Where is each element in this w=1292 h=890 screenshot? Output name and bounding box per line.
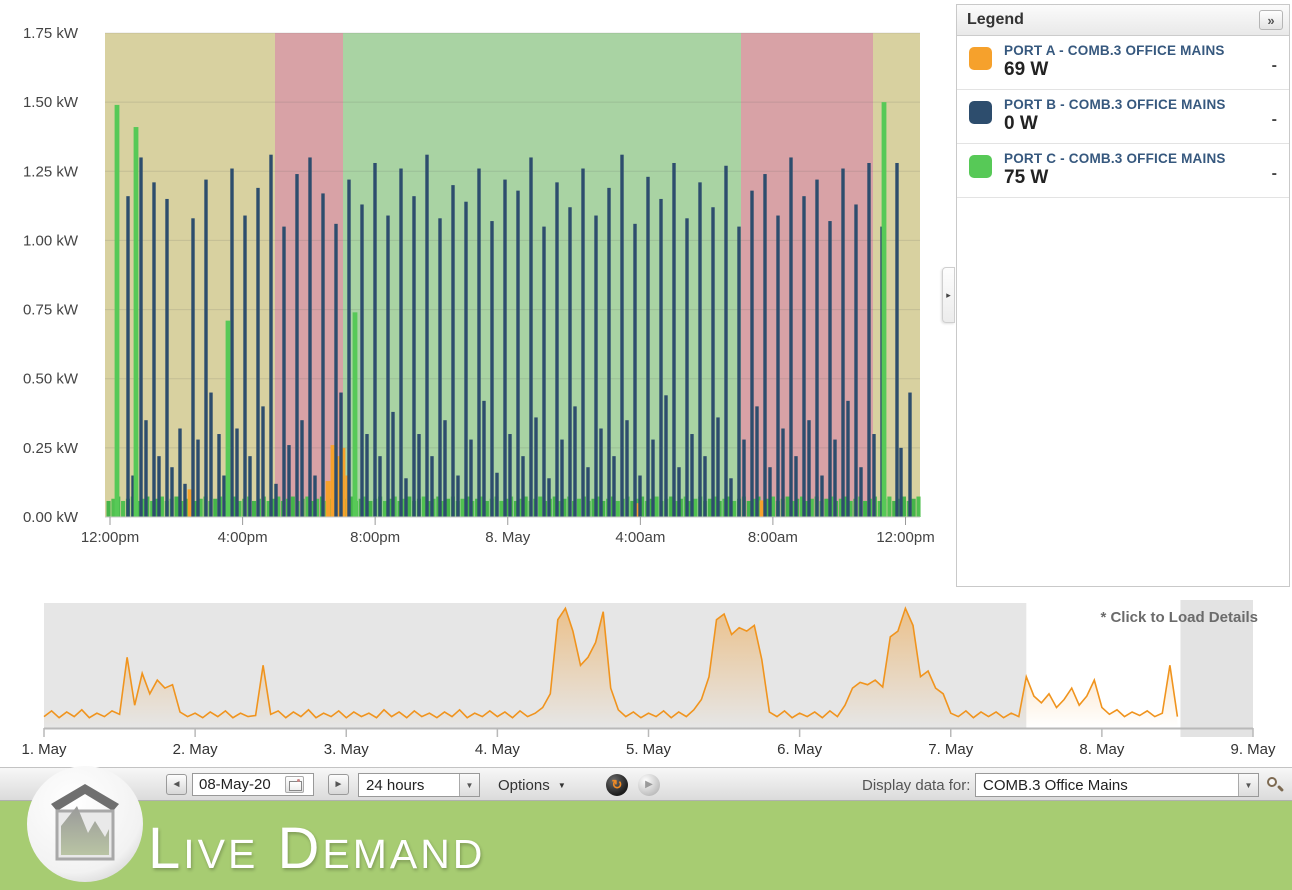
svg-text:0.50 kW: 0.50 kW [23,371,79,388]
series-dash: - [1272,111,1277,129]
svg-text:1.75 kW: 1.75 kW [23,25,79,42]
range-select-value: 24 hours [359,777,459,794]
next-day-button[interactable]: ► [328,774,349,795]
series-dash: - [1272,57,1277,75]
svg-text:8. May: 8. May [1079,741,1125,758]
svg-text:1.25 kW: 1.25 kW [23,163,79,180]
search-button[interactable] [1266,776,1284,794]
svg-text:9. May: 9. May [1230,741,1276,758]
play-button[interactable]: ▶ [638,774,660,796]
play-icon: ▶ [645,779,653,790]
series-dash: - [1272,165,1277,183]
app-title: Live Demand [148,815,485,882]
refresh-icon: ↻ [612,777,623,792]
svg-text:8. May: 8. May [485,529,531,546]
legend-collapse-button[interactable]: » [1259,10,1283,30]
display-data-for-label: Display data for: [862,777,970,794]
legend-item[interactable]: PORT C - COMB.3 OFFICE MAINS75 W- [957,144,1289,198]
svg-text:3. May: 3. May [324,741,370,758]
svg-text:12:00pm: 12:00pm [876,529,934,546]
options-menu-button[interactable]: Options ▼ [498,777,566,794]
svg-text:5. May: 5. May [626,741,672,758]
svg-text:6. May: 6. May [777,741,823,758]
date-field-wrap [192,773,314,796]
demand-bar-chart: 0.00 kW 0.25 kW 0.50 kW 0.75 kW 1.00 kW 1.25 … [0,0,955,560]
arrow-right-icon: ► [334,779,344,790]
series-swatch [969,101,992,124]
legend-rows: PORT A - COMB.3 OFFICE MAINS69 W-PORT B … [957,36,1289,198]
click-to-load-note: * Click to Load Details [1100,609,1258,626]
svg-text:0.00 kW: 0.00 kW [23,509,79,526]
svg-text:7. May: 7. May [928,741,974,758]
splitter-arrow-icon: ▸ [946,290,951,301]
caret-down-icon: ▼ [558,781,566,790]
range-select[interactable]: 24 hours ▼ [358,773,480,797]
svg-text:0.75 kW: 0.75 kW [23,302,79,319]
series-value: 75 W [1004,167,1272,189]
app-logo [24,763,146,885]
live-demand-page: 0.00 kW 0.25 kW 0.50 kW 0.75 kW 1.00 kW 1.25 … [0,0,1292,890]
svg-text:0.25 kW: 0.25 kW [23,440,79,457]
svg-text:1.00 kW: 1.00 kW [23,232,79,249]
svg-text:4. May: 4. May [475,741,521,758]
double-chevron-right-icon: » [1267,13,1274,28]
series-swatch [969,155,992,178]
svg-text:1. May: 1. May [21,741,67,758]
series-value: 69 W [1004,59,1272,81]
calendar-icon[interactable] [285,776,304,793]
series-value: 0 W [1004,113,1272,135]
date-input[interactable] [193,776,285,793]
svg-text:4:00am: 4:00am [615,529,665,546]
legend-splitter-handle[interactable]: ▸ [942,267,955,323]
arrow-left-icon: ◄ [172,779,182,790]
chevron-down-icon: ▼ [1238,774,1258,796]
legend-panel: Legend » PORT A - COMB.3 OFFICE MAINS69 … [956,4,1290,587]
series-name: PORT A - COMB.3 OFFICE MAINS [1004,43,1272,58]
toolbar: ◄ ► 24 hours ▼ Options ▼ ↻ ▶ Display dat… [0,767,1292,801]
legend-item[interactable]: PORT A - COMB.3 OFFICE MAINS69 W- [957,36,1289,90]
series-name: PORT C - COMB.3 OFFICE MAINS [1004,151,1272,166]
svg-text:8:00am: 8:00am [748,529,798,546]
overview-navigator-chart[interactable]: 1. May 2. May 3. May 4. May 5. May 6. May 7. M… [0,595,1292,767]
svg-text:4:00pm: 4:00pm [218,529,268,546]
magnifier-icon [1267,777,1277,787]
svg-text:1.50 kW: 1.50 kW [23,94,79,111]
legend-title: Legend [967,11,1259,29]
refresh-button[interactable]: ↻ [606,774,628,796]
svg-text:2. May: 2. May [173,741,219,758]
svg-text:12:00pm: 12:00pm [81,529,139,546]
previous-day-button[interactable]: ◄ [166,774,187,795]
options-label: Options [498,777,550,794]
svg-text:8:00pm: 8:00pm [350,529,400,546]
chevron-down-icon: ▼ [459,774,479,796]
feeder-select-value: COMB.3 Office Mains [976,777,1238,794]
feeder-select[interactable]: COMB.3 Office Mains ▼ [975,773,1259,797]
series-swatch [969,47,992,70]
series-name: PORT B - COMB.3 OFFICE MAINS [1004,97,1272,112]
legend-item[interactable]: PORT B - COMB.3 OFFICE MAINS0 W- [957,90,1289,144]
legend-header: Legend » [957,5,1289,36]
